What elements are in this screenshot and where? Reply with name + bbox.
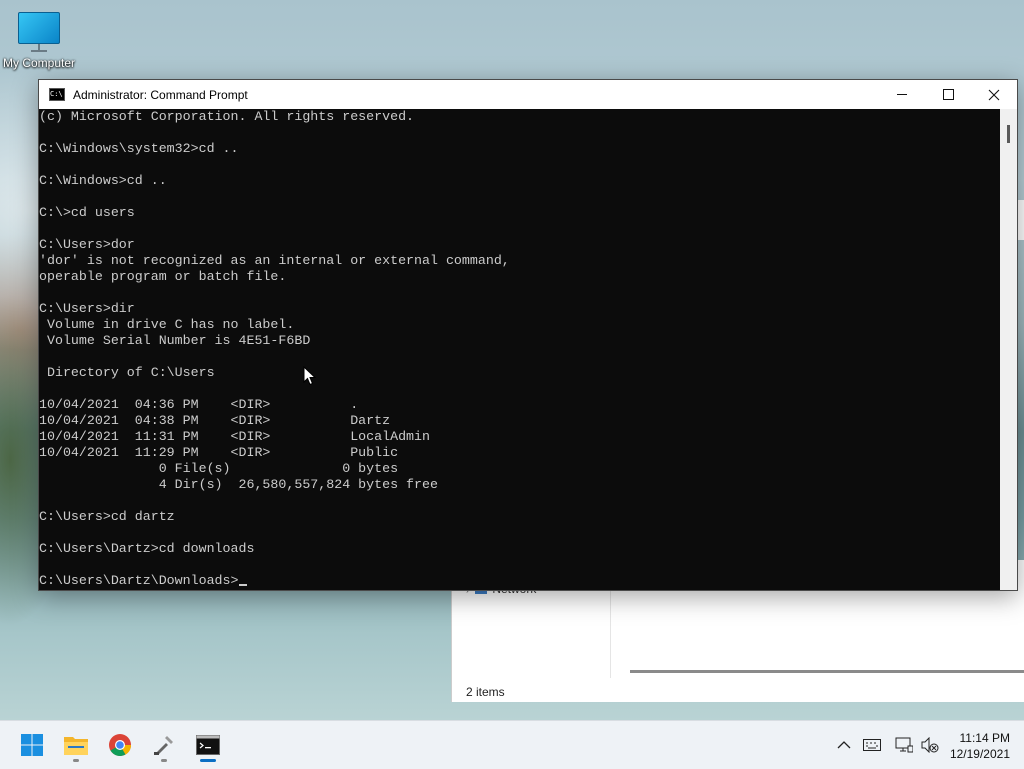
file-explorer-icon: [64, 737, 88, 755]
mouse-pointer-icon: [303, 366, 317, 386]
minimize-button[interactable]: [879, 80, 925, 109]
status-bar-text: 2 items: [466, 685, 505, 699]
taskbar-command-prompt[interactable]: [188, 725, 228, 765]
command-prompt-window[interactable]: C:\ Administrator: Command Prompt (c) Mi…: [38, 79, 1018, 591]
show-hidden-icons-button[interactable]: [834, 735, 854, 755]
running-indicator: [161, 759, 167, 762]
console-line: Volume Serial Number is 4E51-F6BD: [39, 333, 311, 348]
close-icon: [988, 89, 1000, 100]
console-line: C:\Users>cd dartz: [39, 509, 175, 524]
command-prompt-icon: [196, 735, 220, 755]
console-line: C:\Windows\system32>cd ..: [39, 141, 239, 156]
console-line: C:\Users>dir: [39, 301, 135, 316]
running-indicator: [73, 759, 79, 762]
text-cursor: [238, 584, 247, 586]
desktop-icon-label: My Computer: [2, 56, 76, 70]
console-line: Volume in drive C has no label.: [39, 317, 295, 332]
taskbar-chrome[interactable]: [100, 725, 140, 765]
network-button[interactable]: [894, 735, 914, 755]
taskbar-file-explorer[interactable]: [56, 725, 96, 765]
console-line: operable program or batch file.: [39, 269, 287, 284]
console-line: (c) Microsoft Corporation. All rights re…: [39, 109, 415, 124]
command-prompt-icon[interactable]: C:\: [49, 88, 65, 101]
clock-date: 12/19/2021: [949, 747, 1010, 761]
close-button[interactable]: [971, 80, 1017, 109]
console-line: 'dor' is not recognized as an internal o…: [39, 253, 510, 268]
console-line: 0 File(s) 0 bytes: [39, 461, 399, 476]
taskbar: 11:14 PM 12/19/2021: [0, 720, 1024, 769]
scrollbar-thumb[interactable]: [1007, 125, 1010, 143]
volume-muted-icon: [921, 737, 939, 753]
system-clock[interactable]: 11:14 PM 12/19/2021: [950, 730, 1010, 762]
console-line: 10/04/2021 11:29 PM <DIR> Public: [39, 445, 399, 460]
console-line: C:\Users\Dartz\Downloads>: [39, 573, 999, 589]
maximize-button[interactable]: [925, 80, 971, 109]
chrome-icon: [109, 734, 131, 756]
horizontal-scrollbar[interactable]: [630, 670, 1024, 673]
console-line: Directory of C:\Users: [39, 365, 215, 380]
keyboard-icon: [863, 739, 881, 751]
chevron-up-icon: [837, 741, 851, 749]
console-line: C:\>cd users: [39, 205, 135, 220]
keyboard-button[interactable]: [862, 735, 882, 755]
minimize-icon: [897, 94, 907, 95]
console-line: C:\Users\Dartz>cd downloads: [39, 541, 255, 556]
window-title: Administrator: Command Prompt: [73, 87, 248, 102]
console-line: C:\Windows>cd ..: [39, 173, 167, 188]
taskbar-tool[interactable]: [144, 725, 184, 765]
console-line: 4 Dir(s) 26,580,557,824 bytes free: [39, 477, 438, 492]
maximize-icon: [942, 89, 954, 100]
volume-button[interactable]: [920, 735, 940, 755]
desktop-icon-my-computer[interactable]: My Computer: [0, 10, 78, 70]
start-button[interactable]: [12, 725, 52, 765]
monitor-icon: [18, 12, 60, 44]
console-line: C:\Users>dor: [39, 237, 135, 252]
console-line: 10/04/2021 04:36 PM <DIR> .: [39, 397, 359, 412]
tool-icon: [154, 736, 173, 755]
network-status-icon: [895, 737, 913, 753]
monitor-stand-base: [31, 50, 47, 52]
console-line: 10/04/2021 11:31 PM <DIR> LocalAdmin: [39, 429, 430, 444]
console-output[interactable]: (c) Microsoft Corporation. All rights re…: [39, 109, 999, 590]
console-line: 10/04/2021 04:38 PM <DIR> Dartz: [39, 413, 391, 428]
title-bar[interactable]: C:\ Administrator: Command Prompt: [39, 80, 1017, 109]
vertical-scrollbar[interactable]: [1000, 109, 1017, 590]
active-indicator: [200, 759, 216, 762]
clock-time: 11:14 PM: [959, 731, 1010, 745]
start-icon: [21, 734, 43, 756]
